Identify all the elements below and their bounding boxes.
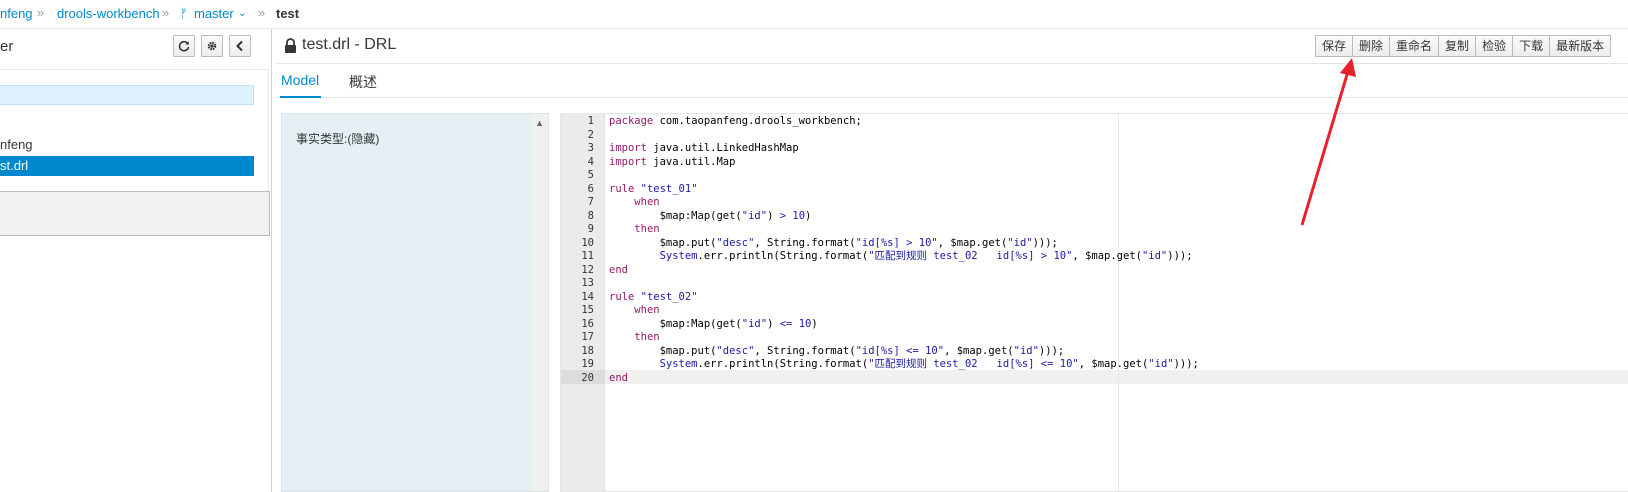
delete-button[interactable]: 删除 [1352, 35, 1391, 57]
line-number: 13 [581, 277, 594, 289]
code-line[interactable]: package com.taopanfeng.drools_workbench; [609, 115, 1199, 129]
line-number: 6 [587, 182, 594, 195]
code-line[interactable]: System.err.println(String.format("匹配到规则 … [609, 358, 1199, 372]
line-number: 19 [581, 358, 594, 370]
explorer-action-button[interactable] [0, 191, 270, 236]
code-line[interactable] [609, 129, 1199, 143]
code-line[interactable]: $map.put("desc", String.format("id[%s] <… [609, 345, 1199, 359]
gear-icon [207, 41, 217, 51]
line-number: 14 [581, 290, 594, 303]
line-number: 17 [581, 331, 594, 343]
validate-button[interactable]: 检验 [1475, 35, 1514, 57]
code-line[interactable]: System.err.println(String.format("匹配到规则 … [609, 250, 1199, 264]
code-line[interactable]: when [609, 196, 1199, 210]
code-line[interactable]: $map:Map(get("id") > 10) [609, 210, 1199, 224]
line-number: 20 [581, 371, 594, 384]
editor-title-bar: test.drl - DRL 保存 删除 重命名 复制 检验 下载 最新版本 [276, 29, 1628, 64]
line-number: 15 [581, 304, 594, 316]
breadcrumb-item-space[interactable]: nfeng [0, 6, 33, 21]
line-number: 18 [581, 344, 594, 357]
code-line[interactable]: end [609, 264, 1199, 278]
editor-toolbar: 保存 删除 重命名 复制 检验 下载 最新版本 [1315, 35, 1612, 57]
code-line[interactable]: $map.put("desc", String.format("id[%s] >… [609, 237, 1199, 251]
save-button[interactable]: 保存 [1315, 35, 1354, 57]
line-numbers: 1 2 3 4 5 6 7 8 9 10 11 12 13 14 15 16 17 18 19 20 [561, 115, 594, 385]
code-line[interactable]: import java.util.Map [609, 156, 1199, 170]
line-number: 10 [581, 236, 594, 249]
refresh-button[interactable] [173, 35, 195, 57]
settings-button[interactable] [201, 35, 223, 57]
breadcrumb-separator: » [258, 5, 266, 20]
chevron-down-icon[interactable]: ⌄ [238, 8, 246, 19]
lock-icon [285, 38, 296, 53]
line-number: 9 [587, 223, 594, 235]
project-explorer: er nfeng st.drl [0, 29, 272, 492]
code-lines[interactable]: package com.taopanfeng.drools_workbench;… [609, 115, 1199, 385]
breadcrumb-item-project[interactable]: drools-workbench [57, 6, 160, 21]
code-branch-icon: ᚠ [180, 6, 188, 21]
tree-item-folder[interactable]: nfeng [0, 137, 33, 152]
tree-item-active-file[interactable]: st.drl [0, 156, 254, 176]
code-line[interactable]: when [609, 304, 1199, 318]
line-number: 5 [587, 169, 594, 181]
file-title: test.drl - DRL [302, 36, 397, 53]
scroll-up-icon[interactable]: ▲ [535, 118, 544, 128]
fact-types-scrollbar[interactable]: ▲ [531, 114, 548, 491]
editor-panel: test.drl - DRL 保存 删除 重命名 复制 检验 下载 最新版本 M… [276, 29, 1628, 492]
tab-overview[interactable]: 概述 [349, 72, 377, 92]
refresh-icon [178, 40, 190, 52]
code-line[interactable] [609, 169, 1199, 183]
line-number: 8 [587, 209, 594, 222]
explorer-title: er [0, 38, 14, 55]
breadcrumb: nfeng » drools-workbench » ᚠ master ⌄ » … [0, 0, 1628, 29]
breadcrumb-separator: » [37, 5, 45, 20]
line-number: 4 [587, 155, 594, 168]
code-line[interactable] [609, 277, 1199, 291]
explorer-header: er [0, 29, 272, 64]
breadcrumb-item-branch[interactable]: master [194, 6, 234, 21]
chevron-left-icon [236, 40, 243, 52]
code-line[interactable]: rule "test_02" [609, 291, 1199, 305]
code-line[interactable]: end [609, 372, 1199, 386]
collapse-panel-button[interactable] [229, 35, 251, 57]
line-number: 2 [587, 128, 594, 141]
code-line[interactable]: rule "test_01" [609, 183, 1199, 197]
code-editor[interactable]: 1 2 3 4 5 6 7 8 9 10 11 12 13 14 15 16 17 18 19 20 package … [560, 113, 1628, 492]
code-line[interactable]: $map:Map(get("id") <= 10) [609, 318, 1199, 332]
rename-button[interactable]: 重命名 [1389, 35, 1440, 57]
editor-tabs: Model 概述 [276, 64, 1628, 98]
download-button[interactable]: 下载 [1512, 35, 1551, 57]
copy-button[interactable]: 复制 [1438, 35, 1477, 57]
code-line[interactable]: then [609, 223, 1199, 237]
explorer-tree: nfeng st.drl [0, 69, 269, 192]
breadcrumb-item-current: test [276, 6, 300, 21]
line-number: 1 [587, 115, 594, 127]
line-number: 16 [581, 317, 594, 330]
breadcrumb-separator: » [162, 5, 170, 20]
latest-version-button[interactable]: 最新版本 [1549, 35, 1612, 57]
line-number: 3 [587, 142, 594, 154]
fact-types-label[interactable]: 事实类型:(隐藏) [296, 130, 379, 147]
code-line[interactable]: import java.util.LinkedHashMap [609, 142, 1199, 156]
line-number: 12 [581, 263, 594, 276]
tree-item-selected[interactable] [0, 85, 254, 105]
line-number: 7 [587, 196, 594, 208]
fact-types-panel: 事实类型:(隐藏) ▲ [281, 113, 549, 492]
code-line[interactable]: then [609, 331, 1199, 345]
active-tab-indicator [280, 96, 321, 98]
tab-model[interactable]: Model [281, 72, 319, 88]
line-number: 11 [581, 250, 594, 262]
